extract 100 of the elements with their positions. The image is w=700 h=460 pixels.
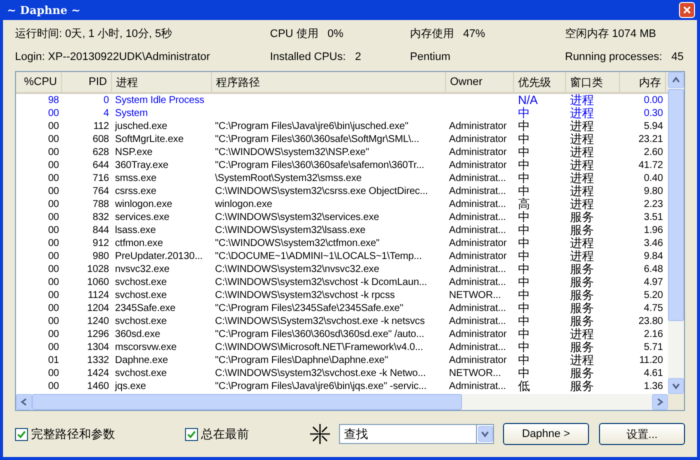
table-cell-text: Administrator [448,120,508,133]
table-cell-text: 中 [517,289,531,302]
table-cell-text: 进程 [569,133,595,146]
table-cell-text: 628 [92,146,110,159]
table-cell-text: 980 [92,250,110,263]
column-header[interactable]: 优先级 [514,72,566,92]
table-cell-text: 00 [47,107,60,120]
table-cell-text: 进程 [569,146,595,159]
table-cell-text: winlogon.exe [114,198,174,211]
table-cell-text: 00 [47,224,60,237]
column-header[interactable]: PID [62,72,112,92]
table-cell-text: 中 [517,172,531,185]
table-cell-text: ctfmon.exe [114,237,164,250]
table-cell-text: Administrat... [448,276,507,289]
checkbox-label: 完整路径和参数 [31,426,115,442]
option-checkbox[interactable]: 总在最前 [185,426,309,442]
vertical-scrollbar[interactable] [668,72,684,394]
table-cell-text: N/A [517,94,539,107]
table-cell-text: 服务 [569,341,595,354]
table-cell-text: "C:\WINDOWS\system32\ctfmon.exe" [214,237,380,250]
table-cell-text: 11.20 [638,354,664,367]
table-cell-text: Administrat... [448,315,507,328]
table-cell-text: 360Tray.exe [114,159,170,172]
table-cell-text: 41.72 [637,159,664,172]
table-cell-text: 进程 [569,237,595,250]
table-cell-text: Administrator [448,146,508,159]
table-cell-text: 服务 [569,263,595,276]
close-icon [683,6,691,14]
table-cell-text: smss.exe [114,172,158,185]
table-cell-text: 01 [47,354,60,367]
table-cell-text: csrss.exe [114,185,158,198]
table-cell-text: "C:\Program Files\2345Safe\2345Safe.exe" [214,302,404,315]
table-cell-text: 进程 [569,185,595,198]
table-cell-text: 进程 [569,250,595,263]
table-cell-text: lsass.exe [114,224,157,237]
table-cell-text: "C:\Program Files\Java\jre6\bin\jqs.exe" -servic... [214,380,428,393]
table-cell-text: "C:\Program Files\360\360safe\SoftMgr\SML\... [214,133,420,146]
table-cell-text: Administrat... [448,341,507,354]
table-cell-text: 1332 [86,354,110,367]
close-button[interactable] [679,2,695,18]
crosshair-icon[interactable] [309,423,331,445]
horizontal-scrollbar[interactable] [16,394,668,410]
table-cell-text: C:\WINDOWS\System32\svchost.exe -k netsvcs [214,315,426,328]
table-cell-text: 服务 [569,380,595,393]
table-cell-text: 进程 [569,107,595,120]
table-cell-text: C:\WINDOWS\system32\svchost.exe -k Netwo... [214,367,427,380]
table-cell-text: 912 [92,237,110,250]
table-cell-text: Daphne.exe [114,354,169,367]
table-cell-text: jqs.exe [114,380,147,393]
table-cell-text: 0.00 [642,94,664,107]
table-cell-text: 4.61 [642,367,664,380]
table-cell-text: jusched.exe [114,120,168,133]
column-header[interactable]: Owner [446,72,514,92]
table-cell-text: 进程 [569,94,595,107]
table-cell-text: 1028 [86,263,110,276]
column-header[interactable]: 窗口类 [566,72,620,92]
search-field[interactable]: 查找 [339,424,477,444]
table-cell-text: 764 [92,185,110,198]
table-cell-text: 进程 [569,159,595,172]
table-cell-text: 中 [517,354,531,367]
table-cell-text: 进程 [569,120,595,133]
table-cell-text: 832 [92,211,110,224]
table-cell-text: 中 [517,263,531,276]
table-cell-text: 23.21 [637,133,664,146]
table-cell-text: NSP.exe [114,146,154,159]
table-cell-text: C:\WINDOWS\system32\lsass.exe [214,224,366,237]
table-cell-text: 服务 [569,367,595,380]
window-title: ~ Daphne ~ [7,4,80,16]
table-cell-text: Administrator [448,328,508,341]
dialog-button[interactable]: 设置... [599,423,685,445]
table-cell-text: SoftMgrLite.exe [114,133,185,146]
table-cell-text: 00 [47,250,60,263]
info-text: CPU 使用 0% [270,27,344,41]
table-cell-text: svchost.exe [114,276,168,289]
table-cell-text: \SystemRoot\System32\smss.exe [214,172,363,185]
table-cell-text: "C:\Program Files\Java\jre6\bin\jusched.exe" [214,120,410,133]
dialog-button[interactable]: Daphne > [503,423,589,445]
table-cell-text: Administrat... [448,198,507,211]
table-cell-text: 服务 [569,224,595,237]
option-checkbox[interactable]: 完整路径和参数 [15,426,185,442]
column-header[interactable]: 进程 [112,72,212,92]
table-cell-text: 00 [47,302,60,315]
column-header[interactable]: 程序路径 [212,72,446,92]
dropdown-button[interactable] [477,424,494,444]
table-cell-text: 608 [92,133,110,146]
table-cell-text: Administrator [448,133,508,146]
table-cell-text: C:\WINDOWS\system32\svchost -k rpcss [214,289,396,302]
column-header[interactable]: 内存 [620,72,666,92]
table-cell-text: "C:\Program Files\Daphne\Daphne.exe" [214,354,390,367]
column-header[interactable]: %CPU [16,72,62,92]
table-cell-text: Administrat... [448,211,507,224]
table-cell-text: svchost.exe [114,289,168,302]
table-cell-text: 00 [47,380,60,393]
table-cell-text: Administrator [448,354,508,367]
table-cell-text: C:\WINDOWS\Microsoft.NET\Framework\v4.0... [214,341,424,354]
table-cell-text: 716 [92,172,110,185]
table-cell-text: 中 [517,107,531,120]
info-text: Pentium [410,51,452,63]
table-cell-text: mscorsvw.exe [114,341,178,354]
table-cell-text: 5.20 [642,289,664,302]
